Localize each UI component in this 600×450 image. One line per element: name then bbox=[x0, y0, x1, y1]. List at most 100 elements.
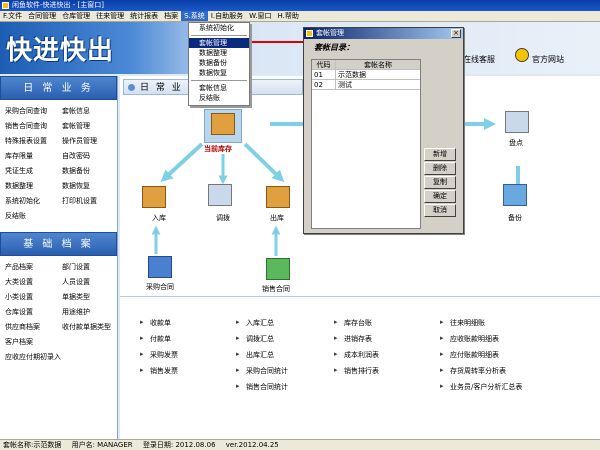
transfer-icon[interactable] bbox=[208, 184, 232, 206]
status-user: 用户名: MANAGER bbox=[71, 441, 133, 449]
purchase-contract-label[interactable]: 采购合同 bbox=[146, 282, 174, 292]
menu-item-unsettle[interactable]: 反结账 bbox=[189, 93, 249, 103]
link-usage[interactable]: 用途维护 bbox=[62, 306, 119, 318]
table-row[interactable]: 01 示范数据 bbox=[312, 70, 420, 80]
menu-system[interactable]: S.系统 bbox=[181, 11, 208, 21]
link-warehouse[interactable]: 仓库设置 bbox=[5, 306, 62, 318]
report-salesman-customer[interactable]: 业务员/客户分析汇总表 bbox=[440, 382, 522, 392]
check-label[interactable]: 盘点 bbox=[509, 138, 523, 148]
menu-warehouse[interactable]: 仓库管理 bbox=[59, 11, 93, 21]
link-special-report[interactable]: 特殊报表设置 bbox=[5, 135, 62, 147]
report-purchase-contract-stats[interactable]: 采购合同统计 bbox=[236, 366, 288, 376]
inventory-box[interactable] bbox=[204, 109, 242, 143]
menu-contract[interactable]: 合同管理 bbox=[25, 11, 59, 21]
link-opening-balance[interactable]: 应收应付期初录入 bbox=[5, 351, 119, 363]
report-receipt[interactable]: 收款单 bbox=[140, 318, 171, 328]
report-cost-profit[interactable]: 成本利润表 bbox=[334, 350, 379, 360]
link-staff[interactable]: 人员设置 bbox=[62, 276, 119, 288]
report-inbound-summary[interactable]: 入库汇总 bbox=[236, 318, 274, 328]
divider bbox=[120, 296, 600, 297]
link-major-class[interactable]: 大类设置 bbox=[5, 276, 62, 288]
link-backup[interactable]: 数据备份 bbox=[62, 165, 119, 177]
report-outbound-summary[interactable]: 出库汇总 bbox=[236, 350, 274, 360]
link-data-tidy[interactable]: 数据整理 bbox=[5, 180, 62, 192]
link-payment-type[interactable]: 收付款单据类型 bbox=[62, 321, 119, 333]
report-payment[interactable]: 付款单 bbox=[140, 334, 171, 344]
outbound-icon[interactable] bbox=[266, 186, 290, 208]
main-header-label: 日 常 业 bbox=[140, 83, 183, 93]
online-support-link[interactable]: 在线客服 bbox=[463, 54, 495, 65]
menu-item-account-info[interactable]: 套帐信息 bbox=[189, 83, 249, 93]
inventory-label[interactable]: 当前库存 bbox=[204, 144, 232, 154]
link-unsettle[interactable]: 反结账 bbox=[5, 210, 62, 222]
menu-item-account-manage[interactable]: 套帐管理 bbox=[189, 38, 249, 48]
outbound-label[interactable]: 出库 bbox=[270, 213, 284, 223]
dialog-title-bar: 套帐管理 × bbox=[304, 28, 463, 39]
backup-label[interactable]: 备份 bbox=[508, 213, 522, 223]
report-turnover-analysis[interactable]: 存货周转率分析表 bbox=[440, 366, 506, 376]
inbound-label[interactable]: 入库 bbox=[152, 213, 166, 223]
status-bar: 套帐名称:示范数据 用户名: MANAGER 登录日期: 2012.08.06 … bbox=[0, 439, 600, 450]
row-name[interactable]: 测试 bbox=[336, 80, 420, 89]
link-department[interactable]: 部门设置 bbox=[62, 261, 119, 273]
report-sales-ranking[interactable]: 销售排行表 bbox=[334, 366, 379, 376]
report-sales-invoice[interactable]: 销售发票 bbox=[140, 366, 178, 376]
link-voucher[interactable]: 凭证生成 bbox=[5, 165, 62, 177]
link-printer[interactable]: 打印机设置 bbox=[62, 195, 119, 207]
link-customer[interactable]: 客户档案 bbox=[5, 336, 62, 348]
menu-window[interactable]: W.窗口 bbox=[246, 11, 274, 21]
cancel-button[interactable]: 取消 bbox=[424, 204, 456, 217]
link-doc-type[interactable]: 单据类型 bbox=[62, 291, 119, 303]
row-name[interactable]: 示范数据 bbox=[336, 70, 420, 79]
menu-item-init[interactable]: 系统初始化 bbox=[189, 23, 249, 33]
menu-help[interactable]: H.帮助 bbox=[274, 11, 301, 21]
copy-button[interactable]: 复制 bbox=[424, 176, 456, 189]
menu-reports[interactable]: 统计报表 bbox=[127, 11, 161, 21]
link-supplier[interactable]: 供应商档案 bbox=[5, 321, 62, 333]
dialog-icon bbox=[306, 30, 313, 37]
menu-item-backup[interactable]: 数据备份 bbox=[189, 58, 249, 68]
link-product[interactable]: 产品档案 bbox=[5, 261, 62, 273]
status-login-date: 登录日期: 2012.08.06 bbox=[142, 441, 216, 449]
link-operator[interactable]: 操作员管理 bbox=[62, 135, 119, 147]
link-account-info[interactable]: 套帐信息 bbox=[62, 105, 119, 117]
report-transfer-summary[interactable]: 调拨汇总 bbox=[236, 334, 274, 344]
menu-item-data-tidy[interactable]: 数据整理 bbox=[189, 48, 249, 58]
delete-button[interactable]: 删除 bbox=[424, 162, 456, 175]
link-account-manage[interactable]: 套帐管理 bbox=[62, 120, 119, 132]
arrow-to-inbound bbox=[160, 142, 204, 183]
report-payable-detail[interactable]: 应付账款明细表 bbox=[440, 350, 499, 360]
report-stock-ledger[interactable]: 库存台账 bbox=[334, 318, 372, 328]
link-init[interactable]: 系统初始化 bbox=[5, 195, 62, 207]
ok-button[interactable]: 确定 bbox=[424, 190, 456, 203]
link-change-password[interactable]: 自改密码 bbox=[62, 150, 119, 162]
menu-accounts[interactable]: 往来管理 bbox=[93, 11, 127, 21]
menu-self-service[interactable]: I.自助服务 bbox=[208, 11, 246, 21]
link-purchase-query[interactable]: 采购合同查询 bbox=[5, 105, 62, 117]
link-stock-limit[interactable]: 库存限量 bbox=[5, 150, 62, 162]
menu-archive[interactable]: 档案 bbox=[161, 11, 181, 21]
report-inventory-flow[interactable]: 进销存表 bbox=[334, 334, 372, 344]
official-site-link[interactable]: 官方网站 bbox=[532, 54, 564, 65]
sales-contract-icon[interactable] bbox=[266, 258, 290, 280]
dialog-subtitle: 套帐目录： bbox=[314, 43, 354, 52]
menu-item-restore[interactable]: 数据恢复 bbox=[189, 68, 249, 78]
backup-icon[interactable] bbox=[503, 184, 527, 206]
app-logo: 快进快出 bbox=[6, 36, 115, 66]
sales-contract-label[interactable]: 销售合同 bbox=[262, 284, 290, 294]
link-sales-query[interactable]: 销售合同查询 bbox=[5, 120, 62, 132]
purchase-contract-icon[interactable] bbox=[148, 256, 172, 278]
report-purchase-invoice[interactable]: 采购发票 bbox=[140, 350, 178, 360]
menu-file[interactable]: F.文件 bbox=[0, 11, 25, 21]
link-restore[interactable]: 数据恢复 bbox=[62, 180, 119, 192]
report-account-detail[interactable]: 往来明细账 bbox=[440, 318, 485, 328]
add-button[interactable]: 新增 bbox=[424, 148, 456, 161]
table-row[interactable]: 02 测试 bbox=[312, 80, 420, 90]
check-icon[interactable] bbox=[505, 111, 529, 133]
dialog-close-button[interactable]: × bbox=[451, 29, 461, 38]
inbound-icon[interactable] bbox=[142, 186, 166, 208]
link-minor-class[interactable]: 小类设置 bbox=[5, 291, 62, 303]
transfer-label[interactable]: 调拨 bbox=[216, 213, 230, 223]
report-receivable-detail[interactable]: 应收账款明细表 bbox=[440, 334, 499, 344]
report-sales-contract-stats[interactable]: 销售合同统计 bbox=[236, 382, 288, 392]
